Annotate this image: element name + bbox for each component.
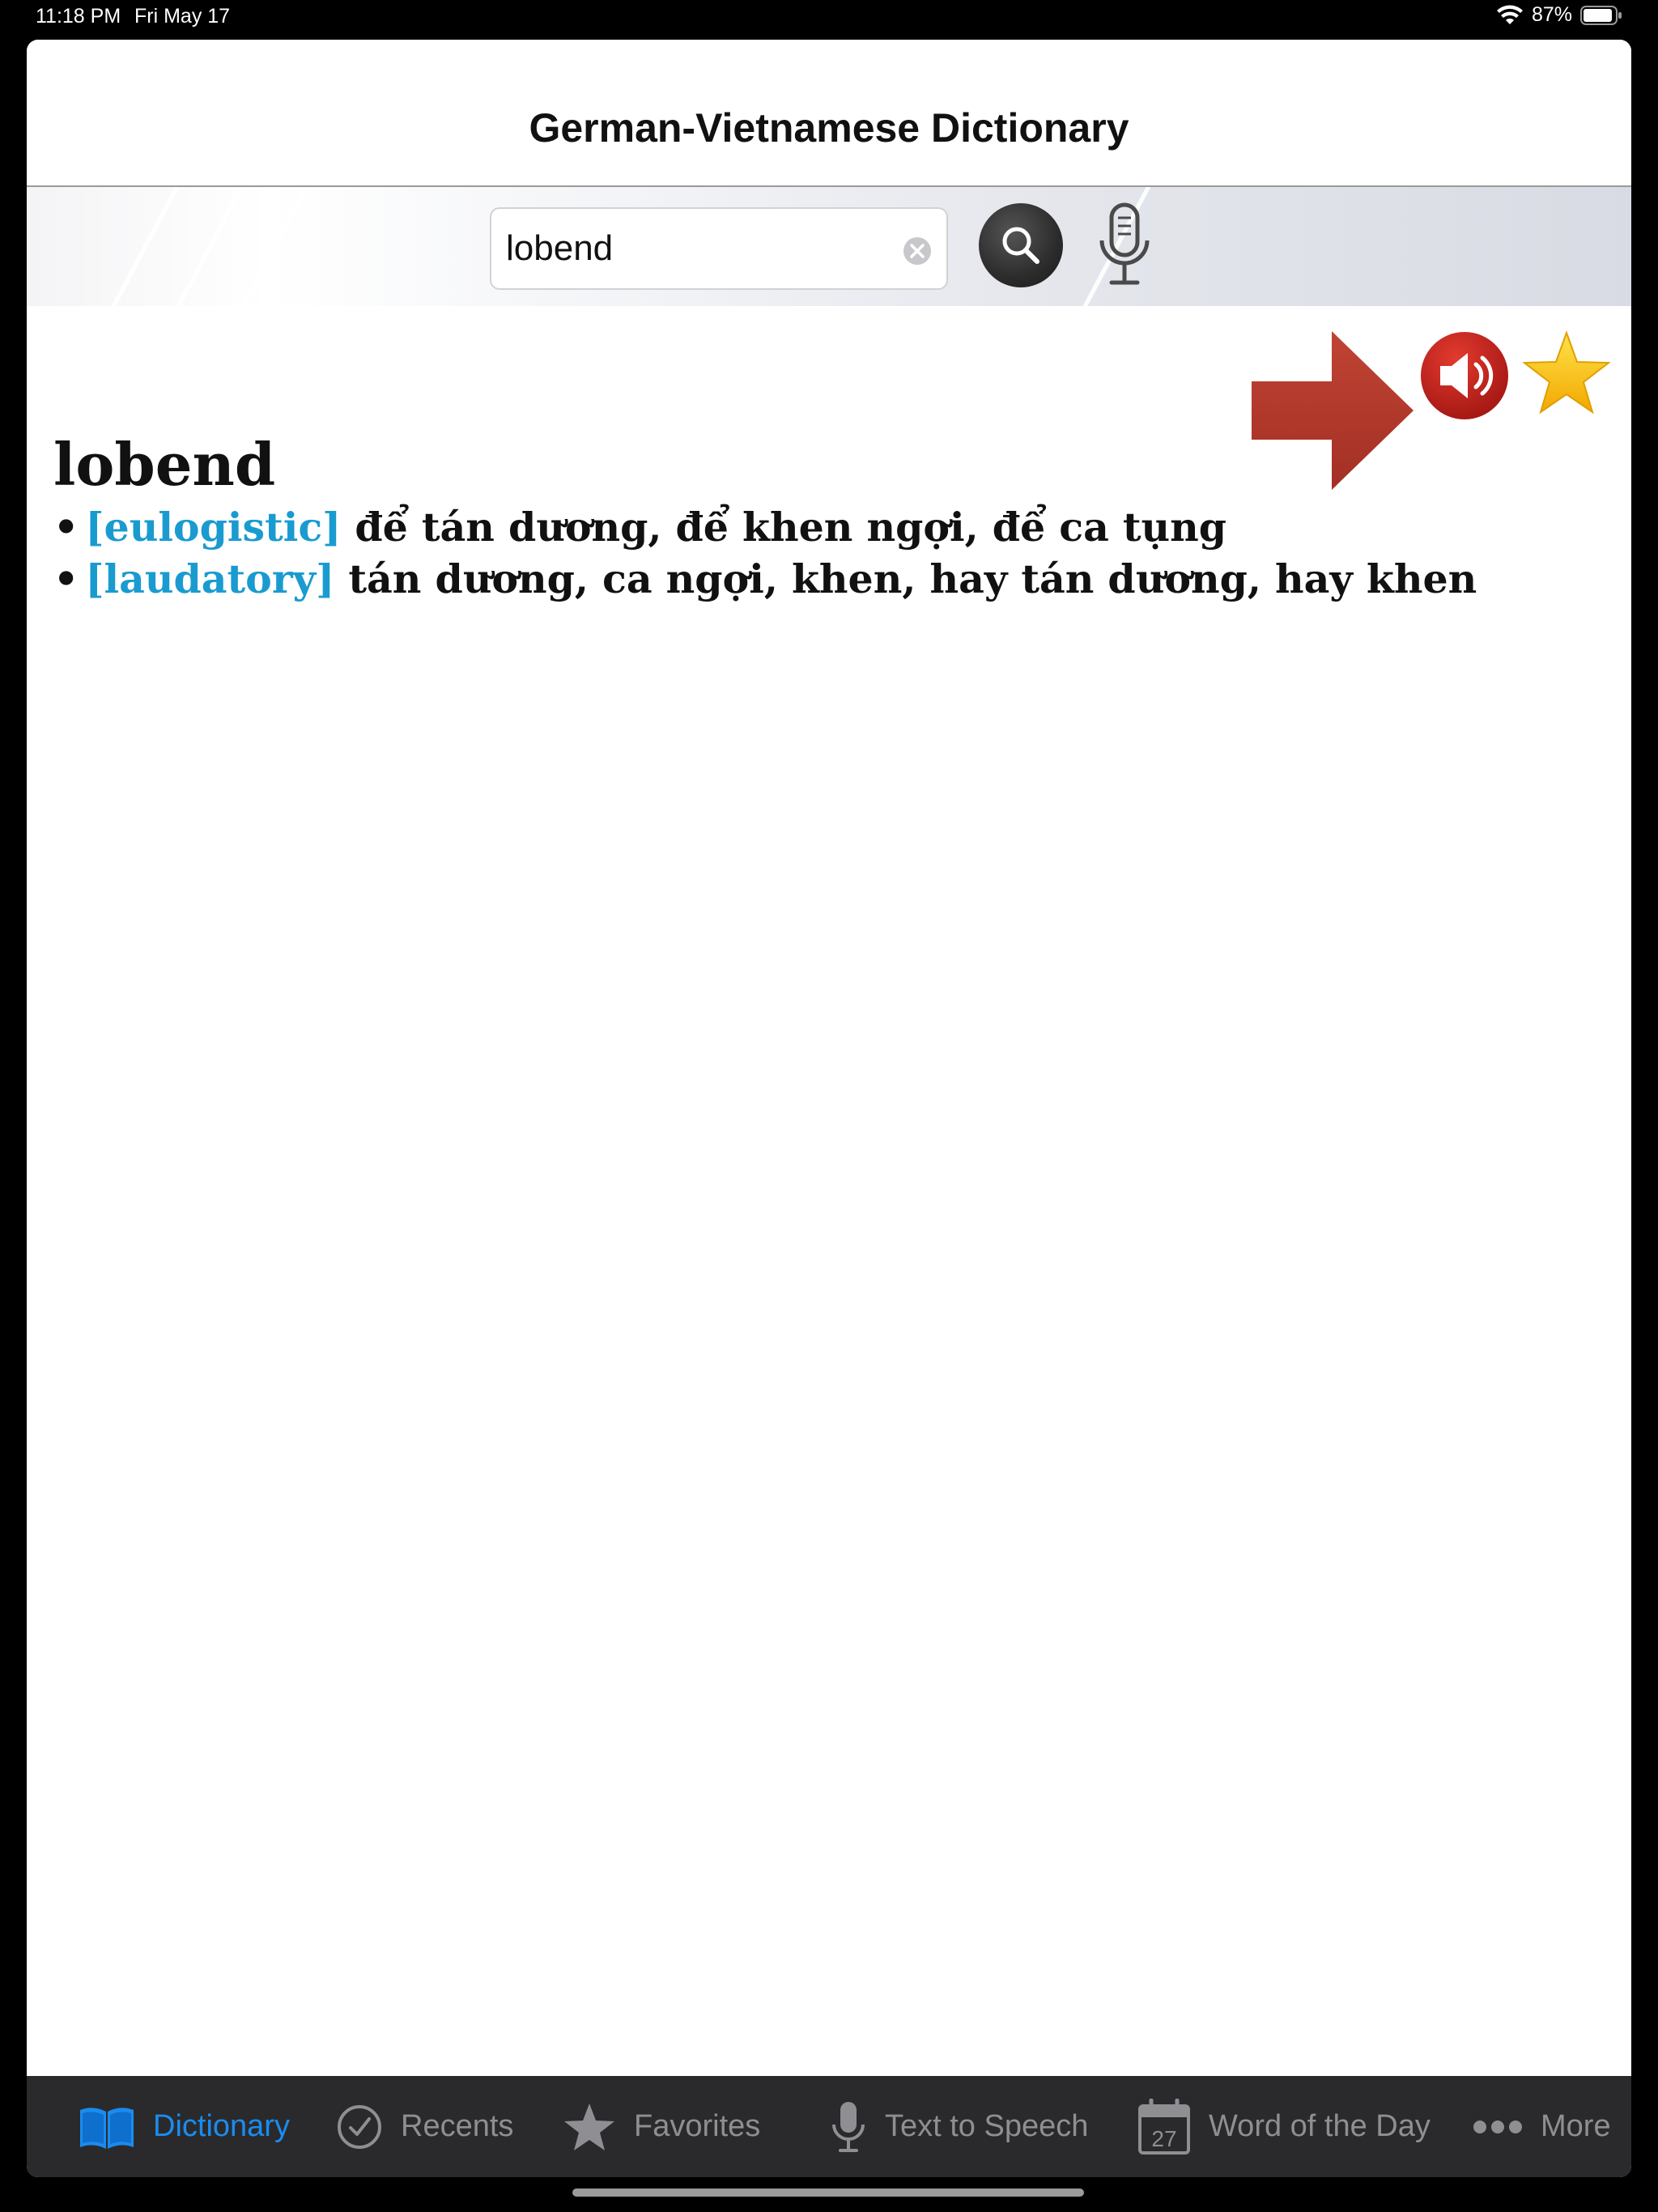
tab-text-to-speech[interactable]: Text to Speech [830,2076,1088,2177]
tab-label: Text to Speech [885,2109,1089,2143]
tab-bar: Dictionary Recents Favorites Text to Spe… [27,2076,1631,2177]
tab-dictionary[interactable]: Dictionary [79,2076,290,2177]
search-icon [1002,227,1039,264]
navigation-header: German-Vietnamese Dictionary [27,40,1631,187]
tab-word-of-the-day[interactable]: 27 Word of the Day [1137,2076,1431,2177]
app-sheet: German-Vietnamese Dictionary lobend lobe… [27,40,1631,2177]
battery-icon [1580,5,1622,25]
search-button[interactable] [979,203,1063,287]
wifi-icon [1496,5,1523,24]
speaker-button[interactable] [1419,330,1510,421]
search-input[interactable]: lobend [490,207,948,290]
clock-check-icon [336,2104,383,2150]
tab-label: Recents [401,2109,514,2143]
tab-more[interactable]: More [1473,2076,1611,2177]
calendar-day: 27 [1151,2126,1176,2151]
status-time: 11:18 PM [36,5,121,28]
tab-recents[interactable]: Recents [336,2076,513,2177]
decor-stripe [226,187,318,306]
headword: lobend [53,430,276,499]
sense-label: [laudatory] [85,555,335,602]
tab-favorites[interactable]: Favorites [563,2076,760,2177]
home-indicator[interactable] [572,2189,1084,2197]
favorite-star-icon[interactable] [1521,328,1612,419]
more-dots-icon [1473,2119,1523,2135]
clear-icon[interactable] [903,236,932,266]
tab-label: Dictionary [153,2109,290,2143]
decor-stripe [96,187,189,306]
bullet: • [53,504,79,551]
sense-label: [eulogistic] [85,504,342,551]
mic-icon [830,2100,867,2154]
search-bar: lobend [27,187,1631,306]
dictionary-entry: lobend • [eulogistic] để tán dương, để kh… [53,428,1477,605]
tab-label: Word of the Day [1209,2109,1431,2143]
bullet: • [53,555,79,602]
tab-label: More [1541,2109,1611,2143]
sense-item: • [laudatory] tán dương, ca ngợi, khen, h… [53,553,1477,605]
status-bar: 11:18 PM Fri May 17 87% [0,0,1658,37]
sense-item: • [eulogistic] để tán dương, để khen ngợi… [53,501,1477,553]
tab-label: Favorites [634,2109,761,2143]
decor-stripe [161,187,253,306]
sense-text: tán dương, ca ngợi, khen, hay tán dương,… [348,555,1477,602]
sense-text: để tán dương, để khen ngợi, để ca tụng [355,504,1227,551]
status-date: Fri May 17 [134,5,231,28]
status-right: 87% [1496,3,1622,27]
calendar-icon: 27 [1137,2098,1191,2155]
battery-percent: 87% [1531,3,1572,26]
book-icon [79,2104,135,2150]
page-title: German-Vietnamese Dictionary [529,105,1129,151]
search-input-value: lobend [506,228,614,268]
star-icon [563,2102,616,2152]
microphone-icon[interactable] [1094,202,1155,291]
